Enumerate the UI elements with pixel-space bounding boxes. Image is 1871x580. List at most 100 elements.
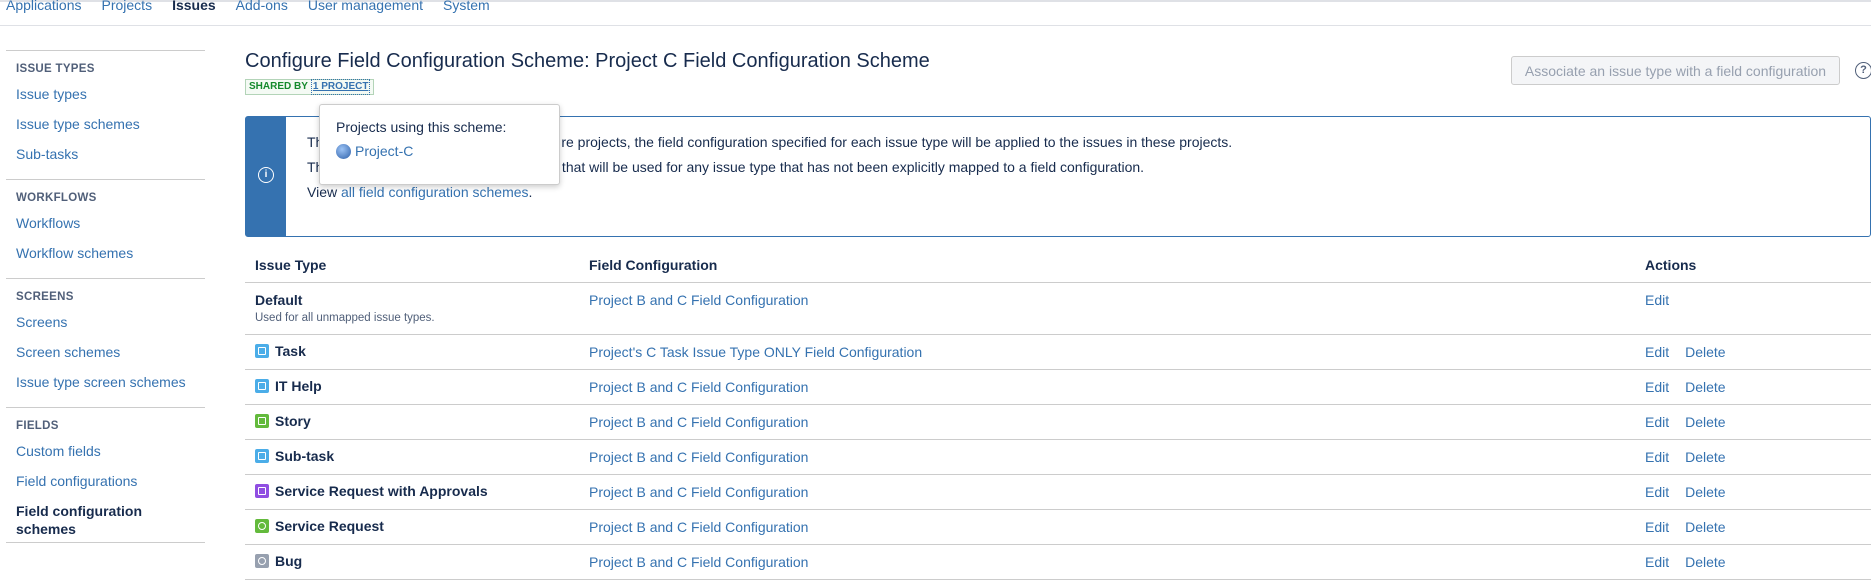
bug-icon	[255, 553, 269, 568]
tab-applications[interactable]: Applications	[6, 0, 92, 14]
table-row: Service Request with Approvals Project B …	[245, 474, 1871, 510]
shared-by-badge: SHARED BY 1 PROJECT	[245, 79, 375, 95]
issue-type-cell: Task	[245, 334, 579, 370]
field-config-cell: Project B and C Field Configuration	[579, 439, 1635, 475]
edit-link[interactable]: Edit	[1645, 292, 1669, 308]
tab-projects[interactable]: Projects	[92, 0, 163, 14]
header-actions: Actions	[1635, 248, 1871, 283]
delete-link[interactable]: Delete	[1685, 414, 1725, 430]
admin-sidebar: ISSUE TYPES Issue types Issue type schem…	[0, 50, 205, 543]
issue-type-name: Bug	[255, 553, 302, 569]
edit-link[interactable]: Edit	[1645, 344, 1669, 360]
field-config-link[interactable]: Project's C Task Issue Type ONLY Field C…	[589, 344, 922, 360]
main-content: Configure Field Configuration Scheme: Pr…	[245, 48, 1871, 580]
issue-type-label: Service Request with Approvals	[275, 482, 488, 499]
actions-cell: Edit Delete	[1635, 369, 1871, 405]
actions-cell: Edit Delete	[1635, 334, 1871, 370]
sidebar-section-issue-types: ISSUE TYPES Issue types Issue type schem…	[6, 50, 205, 179]
issue-type-label: IT Help	[275, 377, 322, 394]
subtask-icon	[255, 448, 269, 463]
shared-by-label: SHARED BY	[249, 81, 308, 92]
sidebar-item-field-configurations[interactable]: Field configurations	[16, 472, 205, 502]
edit-link[interactable]: Edit	[1645, 414, 1669, 430]
issue-type-cell: IT Help	[245, 369, 579, 405]
shared-projects-link[interactable]: 1 PROJECT	[310, 79, 371, 95]
issue-type-cell: Sub-task	[245, 439, 579, 475]
actions-cell: Edit Delete	[1635, 439, 1871, 475]
table-row: Bug Project B and C Field Configuration Ed…	[245, 544, 1871, 580]
service-request-approvals-icon	[255, 483, 269, 498]
issue-type-label: Task	[275, 342, 306, 359]
issue-type-description: Used for all unmapped issue types.	[255, 311, 435, 324]
popup-title: Projects using this scheme:	[336, 119, 507, 135]
issue-type-label: Service Request	[275, 517, 384, 534]
issue-type-cell: Bug	[245, 544, 579, 580]
sidebar-item-workflows[interactable]: Workflows	[16, 214, 205, 244]
table-header-row: Issue Type Field Configuration Actions	[245, 248, 1871, 283]
header-field-configuration: Field Configuration	[579, 248, 1635, 283]
delete-link[interactable]: Delete	[1685, 344, 1725, 360]
all-schemes-link[interactable]: all field configuration schemes	[341, 184, 529, 200]
sidebar-item-field-configuration-schemes[interactable]: Field configuration schemes	[16, 502, 205, 538]
table-row: Task Project's C Task Issue Type ONLY Fie…	[245, 334, 1871, 370]
sidebar-heading: FIELDS	[16, 420, 59, 432]
edit-link[interactable]: Edit	[1645, 484, 1669, 500]
issue-type-cell: Story	[245, 404, 579, 440]
edit-link[interactable]: Edit	[1645, 519, 1669, 535]
field-config-cell: Project B and C Field Configuration	[579, 404, 1635, 440]
tab-add-ons[interactable]: Add-ons	[226, 0, 298, 14]
tab-user-management[interactable]: User management	[298, 0, 433, 14]
sidebar-divider	[6, 542, 205, 543]
edit-link[interactable]: Edit	[1645, 449, 1669, 465]
sidebar-item-sub-tasks[interactable]: Sub-tasks	[16, 145, 205, 175]
edit-link[interactable]: Edit	[1645, 554, 1669, 570]
actions-cell: Edit Delete	[1635, 404, 1871, 440]
project-avatar-icon	[336, 143, 351, 159]
tab-system[interactable]: System	[433, 0, 500, 14]
issue-type-name: Default	[255, 291, 303, 308]
delete-link[interactable]: Delete	[1685, 449, 1725, 465]
associate-issue-type-button[interactable]: Associate an issue type with a field con…	[1511, 56, 1840, 85]
delete-link[interactable]: Delete	[1685, 484, 1725, 500]
info-icon: i	[258, 167, 274, 183]
issue-type-name: Task	[255, 343, 306, 359]
help-icon[interactable]: ?	[1855, 62, 1871, 79]
field-config-link[interactable]: Project B and C Field Configuration	[589, 554, 808, 570]
delete-link[interactable]: Delete	[1685, 379, 1725, 395]
edit-link[interactable]: Edit	[1645, 379, 1669, 395]
field-config-link[interactable]: Project B and C Field Configuration	[589, 379, 808, 395]
table-row: Sub-task Project B and C Field Configurat…	[245, 439, 1871, 475]
sidebar-item-screen-schemes[interactable]: Screen schemes	[16, 343, 205, 373]
delete-link[interactable]: Delete	[1685, 554, 1725, 570]
field-config-link[interactable]: Project B and C Field Configuration	[589, 519, 808, 535]
sidebar-item-issue-type-screen-schemes[interactable]: Issue type screen schemes	[16, 373, 205, 403]
sidebar-item-workflow-schemes[interactable]: Workflow schemes	[16, 244, 205, 274]
field-config-link[interactable]: Project B and C Field Configuration	[589, 292, 808, 308]
table-row: Default Used for all unmapped issue type…	[245, 282, 1871, 335]
field-config-cell: Project B and C Field Configuration	[579, 544, 1635, 580]
sidebar-section-screens: SCREENS Screens Screen schemes Issue typ…	[6, 278, 205, 407]
tab-issues[interactable]: Issues	[162, 0, 226, 14]
actions-cell: Edit	[1635, 282, 1871, 335]
field-config-link[interactable]: Project B and C Field Configuration	[589, 484, 808, 500]
issue-type-name: IT Help	[255, 378, 322, 394]
field-config-link[interactable]: Project B and C Field Configuration	[589, 449, 808, 465]
sidebar-item-screens[interactable]: Screens	[16, 313, 205, 343]
story-icon	[255, 413, 269, 428]
field-config-link[interactable]: Project B and C Field Configuration	[589, 414, 808, 430]
info-line-3: View all field configuration schemes.	[307, 184, 533, 200]
sidebar-item-issue-type-schemes[interactable]: Issue type schemes	[16, 115, 205, 145]
sidebar-item-custom-fields[interactable]: Custom fields	[16, 442, 205, 472]
sidebar-item-issue-types[interactable]: Issue types	[16, 85, 205, 115]
it-help-icon	[255, 378, 269, 393]
delete-link[interactable]: Delete	[1685, 519, 1725, 535]
issue-type-table: Issue Type Field Configuration Actions D…	[245, 248, 1871, 580]
popup-project-item[interactable]: Project-C	[336, 143, 543, 159]
top-navigation: Applications Projects Issues Add-ons Use…	[0, 0, 1871, 26]
actions-cell: Edit Delete	[1635, 474, 1871, 510]
project-link[interactable]: Project-C	[355, 143, 413, 159]
issue-type-cell: Default Used for all unmapped issue type…	[245, 282, 579, 335]
field-config-cell: Project B and C Field Configuration	[579, 474, 1635, 510]
sidebar-heading: ISSUE TYPES	[16, 63, 95, 75]
actions-cell: Edit Delete	[1635, 509, 1871, 545]
